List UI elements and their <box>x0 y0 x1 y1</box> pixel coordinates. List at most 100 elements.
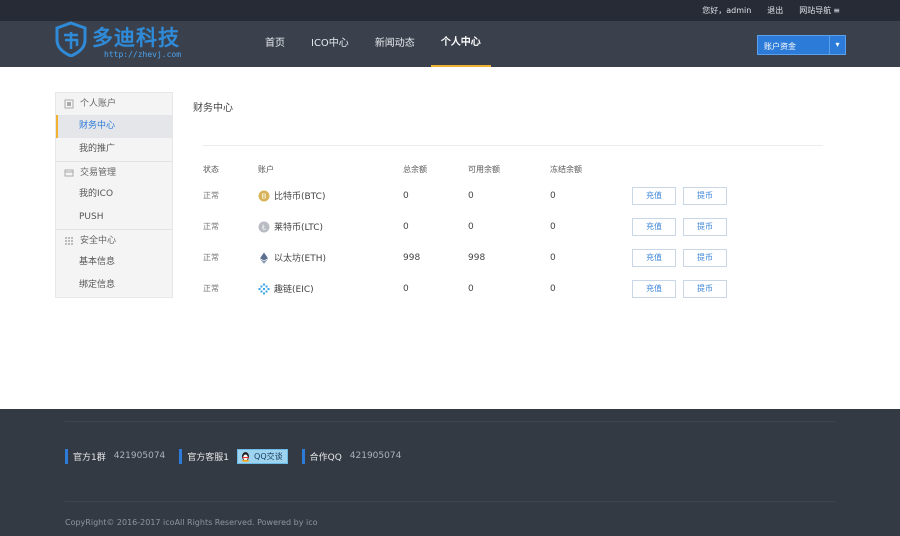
accent-bar <box>179 448 183 464</box>
footer-divider <box>65 501 835 502</box>
eic-icon <box>258 283 270 294</box>
coin-cell: 趣链(EIC) <box>258 273 403 304</box>
withdraw-cell: 提币 <box>683 242 743 273</box>
coin-name: 比特币(BTC) <box>274 192 326 202</box>
table-row: 正常 趣链(EIC) 0 0 0 充值 提币 <box>203 273 743 304</box>
divider <box>203 145 823 146</box>
sidebar-item-binding-info[interactable]: 绑定信息 <box>56 274 172 297</box>
page-title: 财务中心 <box>193 103 233 114</box>
total-cell: 0 <box>403 283 409 294</box>
account-select[interactable]: 账户资金 ▾ <box>757 35 846 55</box>
status-cell: 正常 <box>203 253 219 262</box>
contact-label: 官方客服1 <box>187 452 230 463</box>
col-available: 可用余额 <box>468 164 500 174</box>
contact-cooperation: 合作QQ 421905074 <box>301 448 402 464</box>
nav-personal-center[interactable]: 个人中心 <box>430 21 491 67</box>
brand-name: 多迪科技 <box>92 26 180 50</box>
contact-label: 官方1群 <box>73 452 106 463</box>
status-cell: 正常 <box>203 284 219 293</box>
recharge-button[interactable]: 充值 <box>632 186 676 205</box>
table-header-row: 状态 账户 总余额 可用余额 冻结余额 <box>203 158 743 180</box>
nav-news[interactable]: 新闻动态 <box>365 21 425 67</box>
contact-group-1: 官方1群 421905074 <box>65 448 165 464</box>
user-icon <box>64 99 74 109</box>
sidebar-item-basic-info[interactable]: 基本信息 <box>56 251 172 274</box>
brand-url: http://zhevj.com <box>104 50 182 59</box>
withdraw-button[interactable]: 提币 <box>683 279 727 298</box>
recharge-cell: 充值 <box>632 180 683 211</box>
col-frozen: 冻结余额 <box>550 164 582 174</box>
withdraw-button[interactable]: 提币 <box>683 217 727 236</box>
sidebar-item-push[interactable]: PUSH <box>56 206 172 229</box>
col-total: 总余额 <box>403 164 427 174</box>
coin-cell: Ł 莱特币(LTC) <box>258 211 403 242</box>
shield-logo-icon <box>55 21 87 57</box>
greeting-text: 您好，admin <box>702 6 752 15</box>
contact-service-1: 官方客服1 QQ交谈 <box>179 448 288 464</box>
footer: 官方1群 421905074 官方客服1 QQ交谈 合作QQ 421905074… <box>0 409 900 536</box>
svg-text:B: B <box>262 192 267 200</box>
coin-cell: 以太坊(ETH) <box>258 242 403 273</box>
sidebar-group-title: 安全中心 <box>80 235 117 246</box>
sidebar-group-title: 个人账户 <box>80 99 117 109</box>
sidebar-item-my-ico[interactable]: 我的ICO <box>56 183 172 206</box>
recharge-cell: 充值 <box>632 273 683 304</box>
header: 多迪科技 http://zhevj.com 首页 ICO中心 新闻动态 个人中心… <box>0 21 900 67</box>
site-nav-link[interactable]: 网站导航 <box>799 5 840 16</box>
chevron-down-icon[interactable]: ▾ <box>829 36 845 54</box>
recharge-button[interactable]: 充值 <box>632 279 676 298</box>
total-cell: 0 <box>403 190 409 201</box>
frozen-cell: 0 <box>550 221 556 232</box>
copyright-text: CopyRight© 2016-2017 icoAll Rights Reser… <box>65 518 318 527</box>
total-cell: 998 <box>403 252 421 263</box>
sidebar: 个人账户 财务中心 我的推广 交易管理 我的ICO PUSH 安全中心 基本信息… <box>55 92 173 298</box>
recharge-cell: 充值 <box>632 211 683 242</box>
withdraw-button[interactable]: 提币 <box>683 248 727 267</box>
total-cell: 0 <box>403 221 409 232</box>
shield-grid-icon <box>65 236 73 245</box>
withdraw-cell: 提币 <box>683 273 743 304</box>
col-recharge <box>632 158 683 180</box>
accent-bar <box>65 448 68 464</box>
accent-bar <box>301 448 305 464</box>
coin-name: 趣链(EIC) <box>274 285 314 295</box>
ltc-icon: Ł <box>258 221 270 232</box>
contact-number: 421905074 <box>349 451 402 461</box>
logout-link[interactable]: 退出 <box>767 5 783 16</box>
top-links: 您好，admin 退出 网站导航 <box>702 5 840 16</box>
contact-label: 合作QQ <box>309 452 342 463</box>
nav-ico-center[interactable]: ICO中心 <box>301 21 359 67</box>
col-status: 状态 <box>203 164 219 174</box>
footer-contacts: 官方1群 421905074 官方客服1 QQ交谈 合作QQ 421905074 <box>65 448 415 464</box>
available-cell: 0 <box>468 283 474 294</box>
coin-name: 莱特币(LTC) <box>274 223 324 233</box>
coin-cell: B 比特币(BTC) <box>258 180 403 211</box>
recharge-button[interactable]: 充值 <box>632 217 676 236</box>
nav-home[interactable]: 首页 <box>255 21 295 67</box>
svg-text:Ł: Ł <box>261 223 266 231</box>
sidebar-group-trade: 交易管理 <box>56 161 172 183</box>
contact-number: 421905074 <box>113 451 166 461</box>
status-cell: 正常 <box>203 191 219 200</box>
withdraw-cell: 提币 <box>683 180 743 211</box>
col-withdraw <box>683 158 743 180</box>
recharge-cell: 充值 <box>632 242 683 273</box>
btc-icon: B <box>258 190 270 201</box>
sidebar-item-finance[interactable]: 财务中心 <box>56 115 172 138</box>
withdraw-button[interactable]: 提币 <box>683 186 727 205</box>
top-bar: 您好，admin 退出 网站导航 <box>0 0 900 21</box>
withdraw-cell: 提币 <box>683 211 743 242</box>
qq-chat-button[interactable]: QQ交谈 <box>237 448 288 464</box>
frozen-cell: 0 <box>550 190 556 201</box>
status-cell: 正常 <box>203 222 219 231</box>
sidebar-item-promotion[interactable]: 我的推广 <box>56 138 172 161</box>
available-cell: 0 <box>468 190 474 201</box>
account-select-value: 账户资金 <box>764 42 796 51</box>
sidebar-group-personal: 个人账户 <box>56 93 172 115</box>
col-account: 账户 <box>258 164 274 174</box>
table-row: 正常 以太坊(ETH) 998 998 0 充值 提币 <box>203 242 743 273</box>
sidebar-group-security: 安全中心 <box>56 229 172 251</box>
recharge-button[interactable]: 充值 <box>632 248 676 267</box>
footer-divider <box>65 421 835 422</box>
available-cell: 998 <box>468 252 486 263</box>
